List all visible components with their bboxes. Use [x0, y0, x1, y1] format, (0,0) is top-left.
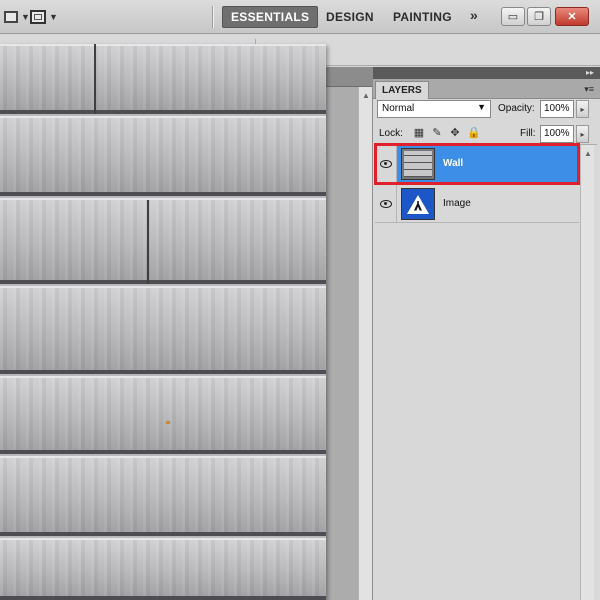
workspace-essentials-button[interactable]: ESSENTIALS — [222, 6, 319, 28]
blend-mode-select[interactable]: Normal ▼ — [377, 100, 491, 118]
paint-speck — [166, 421, 170, 424]
layer-row-image[interactable]: Image — [375, 185, 579, 223]
screen-mode-button[interactable]: ▼ — [30, 8, 58, 26]
lock-label: Lock: — [379, 128, 403, 139]
eye-icon — [379, 160, 392, 168]
chevron-down-icon: ▼ — [49, 12, 58, 22]
panel-tab-bar: LAYERS ▾≡ — [373, 79, 600, 99]
plank-seam — [94, 44, 96, 114]
plank-seam — [147, 200, 149, 284]
lock-transparent-icon[interactable]: ▦ — [413, 127, 425, 139]
lock-fill-row: Lock: ▦ ✎ ✥ 🔒 Fill: 100% ▸ — [377, 125, 597, 145]
restore-icon: ❐ — [534, 11, 544, 23]
application-bar: ▼ ▼ ESSENTIALS DESIGN PAINTING » ▭ ❐ ✕ — [0, 0, 600, 34]
lock-brush-icon[interactable]: ✎ — [431, 127, 443, 139]
wall-plank — [0, 286, 326, 374]
fill-slider-button[interactable]: ▸ — [576, 125, 589, 143]
chevron-right-icon: ▸ — [580, 104, 585, 114]
tab-layers[interactable]: LAYERS — [375, 81, 429, 99]
chevron-down-icon: ▼ — [477, 102, 486, 112]
fill-label: Fill: — [520, 128, 536, 139]
panel-dock-header: ▸▸ — [373, 67, 600, 79]
pedestrian-figure-icon — [414, 200, 422, 211]
wall-plank — [0, 198, 326, 284]
minimize-button[interactable]: ▭ — [501, 7, 525, 26]
wall-plank — [0, 376, 326, 454]
workspace-painting-button[interactable]: PAINTING — [385, 6, 460, 28]
restore-button[interactable]: ❐ — [527, 7, 551, 26]
layer-visibility-toggle[interactable] — [375, 145, 397, 183]
image-canvas[interactable] — [0, 44, 326, 600]
chevron-down-icon: ▼ — [21, 12, 30, 22]
close-icon: ✕ — [567, 11, 577, 23]
fill-input[interactable]: 100% — [540, 125, 574, 143]
layer-visibility-toggle[interactable] — [375, 185, 397, 223]
layers-panel: ▸▸ LAYERS ▾≡ Normal ▼ Opacity: 100% ▸ Lo… — [372, 67, 600, 600]
lock-all-icon[interactable]: 🔒 — [467, 127, 481, 139]
layer-name[interactable]: Wall — [443, 158, 463, 169]
collapse-panels-icon[interactable]: ▸▸ — [586, 68, 594, 77]
toolbar-divider — [212, 6, 214, 28]
layers-vertical-scrollbar[interactable]: ▲ — [580, 145, 594, 600]
layer-row-wall[interactable]: Wall — [374, 143, 580, 185]
wall-plank — [0, 44, 326, 114]
layer-thumbnail-wall — [401, 148, 435, 180]
scroll-up-icon[interactable]: ▲ — [584, 149, 592, 158]
double-chevron-right-icon[interactable]: » — [470, 7, 478, 23]
opacity-input[interactable]: 100% — [540, 100, 574, 118]
lock-move-icon[interactable]: ✥ — [449, 127, 461, 139]
eye-icon — [379, 200, 392, 208]
scroll-up-icon[interactable]: ▲ — [362, 91, 370, 100]
arrange-icon — [4, 11, 18, 23]
layer-name[interactable]: Image — [443, 198, 471, 209]
blend-opacity-row: Normal ▼ Opacity: 100% ▸ — [377, 100, 597, 120]
opacity-slider-button[interactable]: ▸ — [576, 100, 589, 118]
pedestrian-crossing-icon — [407, 194, 429, 214]
blend-mode-value: Normal — [382, 103, 415, 114]
panel-menu-icon[interactable]: ▾≡ — [584, 84, 594, 95]
layers-list: Wall Image — [374, 143, 580, 545]
opacity-label: Opacity: — [498, 103, 535, 114]
wall-plank — [0, 456, 326, 536]
close-button[interactable]: ✕ — [555, 7, 589, 26]
workspace-design-button[interactable]: DESIGN — [318, 6, 382, 28]
wall-plank — [0, 538, 326, 600]
minimize-icon: ▭ — [507, 11, 519, 23]
chevron-right-icon: ▸ — [580, 129, 585, 139]
wall-plank — [0, 116, 326, 196]
screen-mode-icon — [30, 10, 46, 24]
arrange-documents-button[interactable]: ▼ — [4, 8, 30, 26]
document-vertical-scrollbar[interactable]: ▲ — [358, 87, 372, 600]
layer-thumbnail-image — [401, 188, 435, 220]
